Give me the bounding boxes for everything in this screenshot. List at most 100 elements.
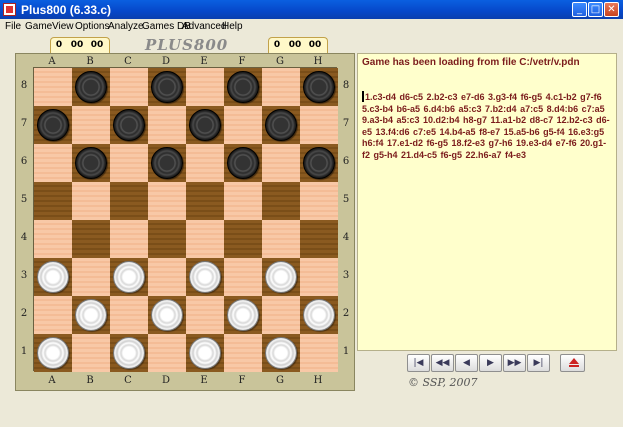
square-h4[interactable] (300, 220, 338, 258)
square-d3[interactable] (148, 258, 186, 296)
square-e2[interactable] (186, 296, 224, 334)
white-piece-g3[interactable] (265, 261, 297, 293)
square-f5[interactable] (224, 182, 262, 220)
black-piece-a7[interactable] (37, 109, 69, 141)
square-b3[interactable] (72, 258, 110, 296)
close-button[interactable]: ✕ (604, 2, 619, 17)
nav-prev-fast-button[interactable]: ◀◀ (431, 354, 454, 372)
menu-options[interactable]: Options (75, 21, 109, 32)
square-f7[interactable] (224, 106, 262, 144)
menu-analyze[interactable]: Analyze (108, 21, 144, 32)
square-a2[interactable] (34, 296, 72, 334)
square-g2[interactable] (262, 296, 300, 334)
square-g6[interactable] (262, 144, 300, 182)
square-c4[interactable] (110, 220, 148, 258)
move-list-text: 1.c3-d4 d6-c5 2.b2-c3 e7-d6 3.g3-f4 f6-g… (362, 92, 610, 160)
square-a6[interactable] (34, 144, 72, 182)
white-piece-h2[interactable] (303, 299, 335, 331)
square-d5[interactable] (148, 182, 186, 220)
nav-prev-button[interactable]: ◀ (455, 354, 478, 372)
rank-label-7-right: 7 (342, 118, 350, 129)
menu-game[interactable]: Game (25, 21, 52, 32)
file-label-f-bottom: F (238, 375, 246, 386)
white-piece-e3[interactable] (189, 261, 221, 293)
white-piece-b2[interactable] (75, 299, 107, 331)
square-h1[interactable] (300, 334, 338, 372)
black-piece-f8[interactable] (227, 71, 259, 103)
square-a8[interactable] (34, 68, 72, 106)
square-b7[interactable] (72, 106, 110, 144)
rank-label-1-left: 1 (20, 346, 28, 357)
square-e8[interactable] (186, 68, 224, 106)
black-piece-e7[interactable] (189, 109, 221, 141)
black-piece-g7[interactable] (265, 109, 297, 141)
white-piece-f2[interactable] (227, 299, 259, 331)
black-piece-d6[interactable] (151, 147, 183, 179)
rank-label-5-left: 5 (20, 194, 28, 205)
rank-label-3-left: 3 (20, 270, 28, 281)
rank-label-7-left: 7 (20, 118, 28, 129)
square-b1[interactable] (72, 334, 110, 372)
maximize-button[interactable]: □ (588, 2, 603, 17)
file-label-b-bottom: B (86, 375, 94, 386)
white-piece-a3[interactable] (37, 261, 69, 293)
square-d7[interactable] (148, 106, 186, 144)
square-f1[interactable] (224, 334, 262, 372)
app-icon (3, 3, 16, 16)
black-piece-b6[interactable] (75, 147, 107, 179)
counter-left-seconds: 00 (90, 40, 104, 50)
rank-label-2-left: 2 (20, 308, 28, 319)
square-d1[interactable] (148, 334, 186, 372)
minimize-button[interactable]: _ (572, 2, 587, 17)
black-piece-d8[interactable] (151, 71, 183, 103)
square-c5[interactable] (110, 182, 148, 220)
square-g4[interactable] (262, 220, 300, 258)
square-c2[interactable] (110, 296, 148, 334)
square-e4[interactable] (186, 220, 224, 258)
menu-view[interactable]: View (52, 21, 74, 32)
counter-right-seconds: 00 (308, 40, 322, 50)
black-piece-f6[interactable] (227, 147, 259, 179)
nav-next-fast-button[interactable]: ▶▶ (503, 354, 526, 372)
square-f3[interactable] (224, 258, 262, 296)
rank-label-5-right: 5 (342, 194, 350, 205)
white-piece-c3[interactable] (113, 261, 145, 293)
square-c6[interactable] (110, 144, 148, 182)
square-d4[interactable] (148, 220, 186, 258)
menu-advanced[interactable]: Advanced (182, 21, 226, 32)
square-b5[interactable] (72, 182, 110, 220)
square-h5[interactable] (300, 182, 338, 220)
square-g5[interactable] (262, 182, 300, 220)
black-piece-h8[interactable] (303, 71, 335, 103)
counter-right-minutes: 00 (288, 40, 302, 50)
square-c8[interactable] (110, 68, 148, 106)
white-piece-e1[interactable] (189, 337, 221, 369)
square-b4[interactable] (72, 220, 110, 258)
white-piece-g1[interactable] (265, 337, 297, 369)
black-piece-h6[interactable] (303, 147, 335, 179)
square-g8[interactable] (262, 68, 300, 106)
black-piece-b8[interactable] (75, 71, 107, 103)
white-piece-d2[interactable] (151, 299, 183, 331)
square-f4[interactable] (224, 220, 262, 258)
eject-icon (569, 358, 579, 364)
nav-last-button[interactable]: ▶| (527, 354, 550, 372)
nav-first-button[interactable]: |◀ (407, 354, 430, 372)
nav-next-button[interactable]: ▶ (479, 354, 502, 372)
white-piece-c1[interactable] (113, 337, 145, 369)
square-h7[interactable] (300, 106, 338, 144)
square-a5[interactable] (34, 182, 72, 220)
rank-label-6-right: 6 (342, 156, 350, 167)
eject-button[interactable] (560, 354, 585, 372)
square-e5[interactable] (186, 182, 224, 220)
square-e6[interactable] (186, 144, 224, 182)
black-piece-c7[interactable] (113, 109, 145, 141)
menu-file[interactable]: File (5, 21, 21, 32)
checkers-board[interactable] (33, 67, 338, 372)
square-h3[interactable] (300, 258, 338, 296)
menu-help[interactable]: Help (222, 21, 243, 32)
move-list[interactable]: 1.c3-d4 d6-c5 2.b2-c3 e7-d6 3.g3-f4 f6-g… (362, 91, 612, 162)
square-a4[interactable] (34, 220, 72, 258)
white-piece-a1[interactable] (37, 337, 69, 369)
file-label-b-top: B (86, 56, 94, 67)
